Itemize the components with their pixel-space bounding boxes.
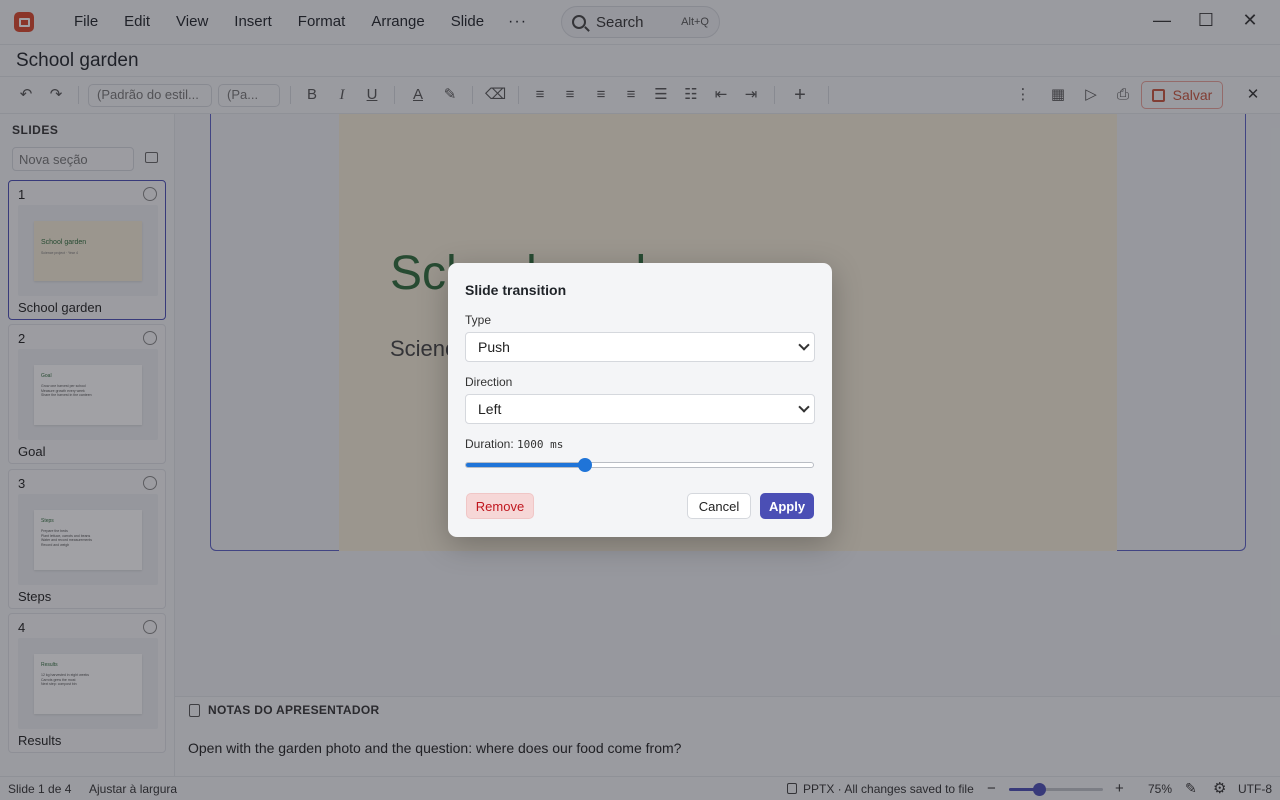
duration-slider[interactable]: [465, 458, 814, 472]
slide-transition-dialog: Slide transition Type Push Direction Lef…: [448, 263, 832, 537]
chevron-down-icon: [798, 339, 810, 351]
apply-button[interactable]: Apply: [760, 493, 814, 519]
duration-label: Duration:: [465, 437, 514, 451]
cancel-button[interactable]: Cancel: [687, 493, 751, 519]
transition-type-value: Push: [478, 339, 510, 355]
type-label: Type: [465, 313, 492, 327]
direction-label: Direction: [465, 375, 513, 389]
chevron-down-icon: [798, 401, 810, 413]
duration-slider-fill: [466, 463, 585, 467]
transition-type-select[interactable]: Push: [465, 332, 815, 362]
duration-value: 1000 ms: [517, 438, 564, 451]
remove-transition-button[interactable]: Remove: [466, 493, 534, 519]
duration-label-row: Duration: 1000 ms: [465, 437, 563, 451]
dialog-title: Slide transition: [465, 282, 567, 298]
transition-direction-select[interactable]: Left: [465, 394, 815, 424]
transition-direction-value: Left: [478, 401, 502, 417]
duration-slider-thumb[interactable]: [577, 458, 592, 472]
